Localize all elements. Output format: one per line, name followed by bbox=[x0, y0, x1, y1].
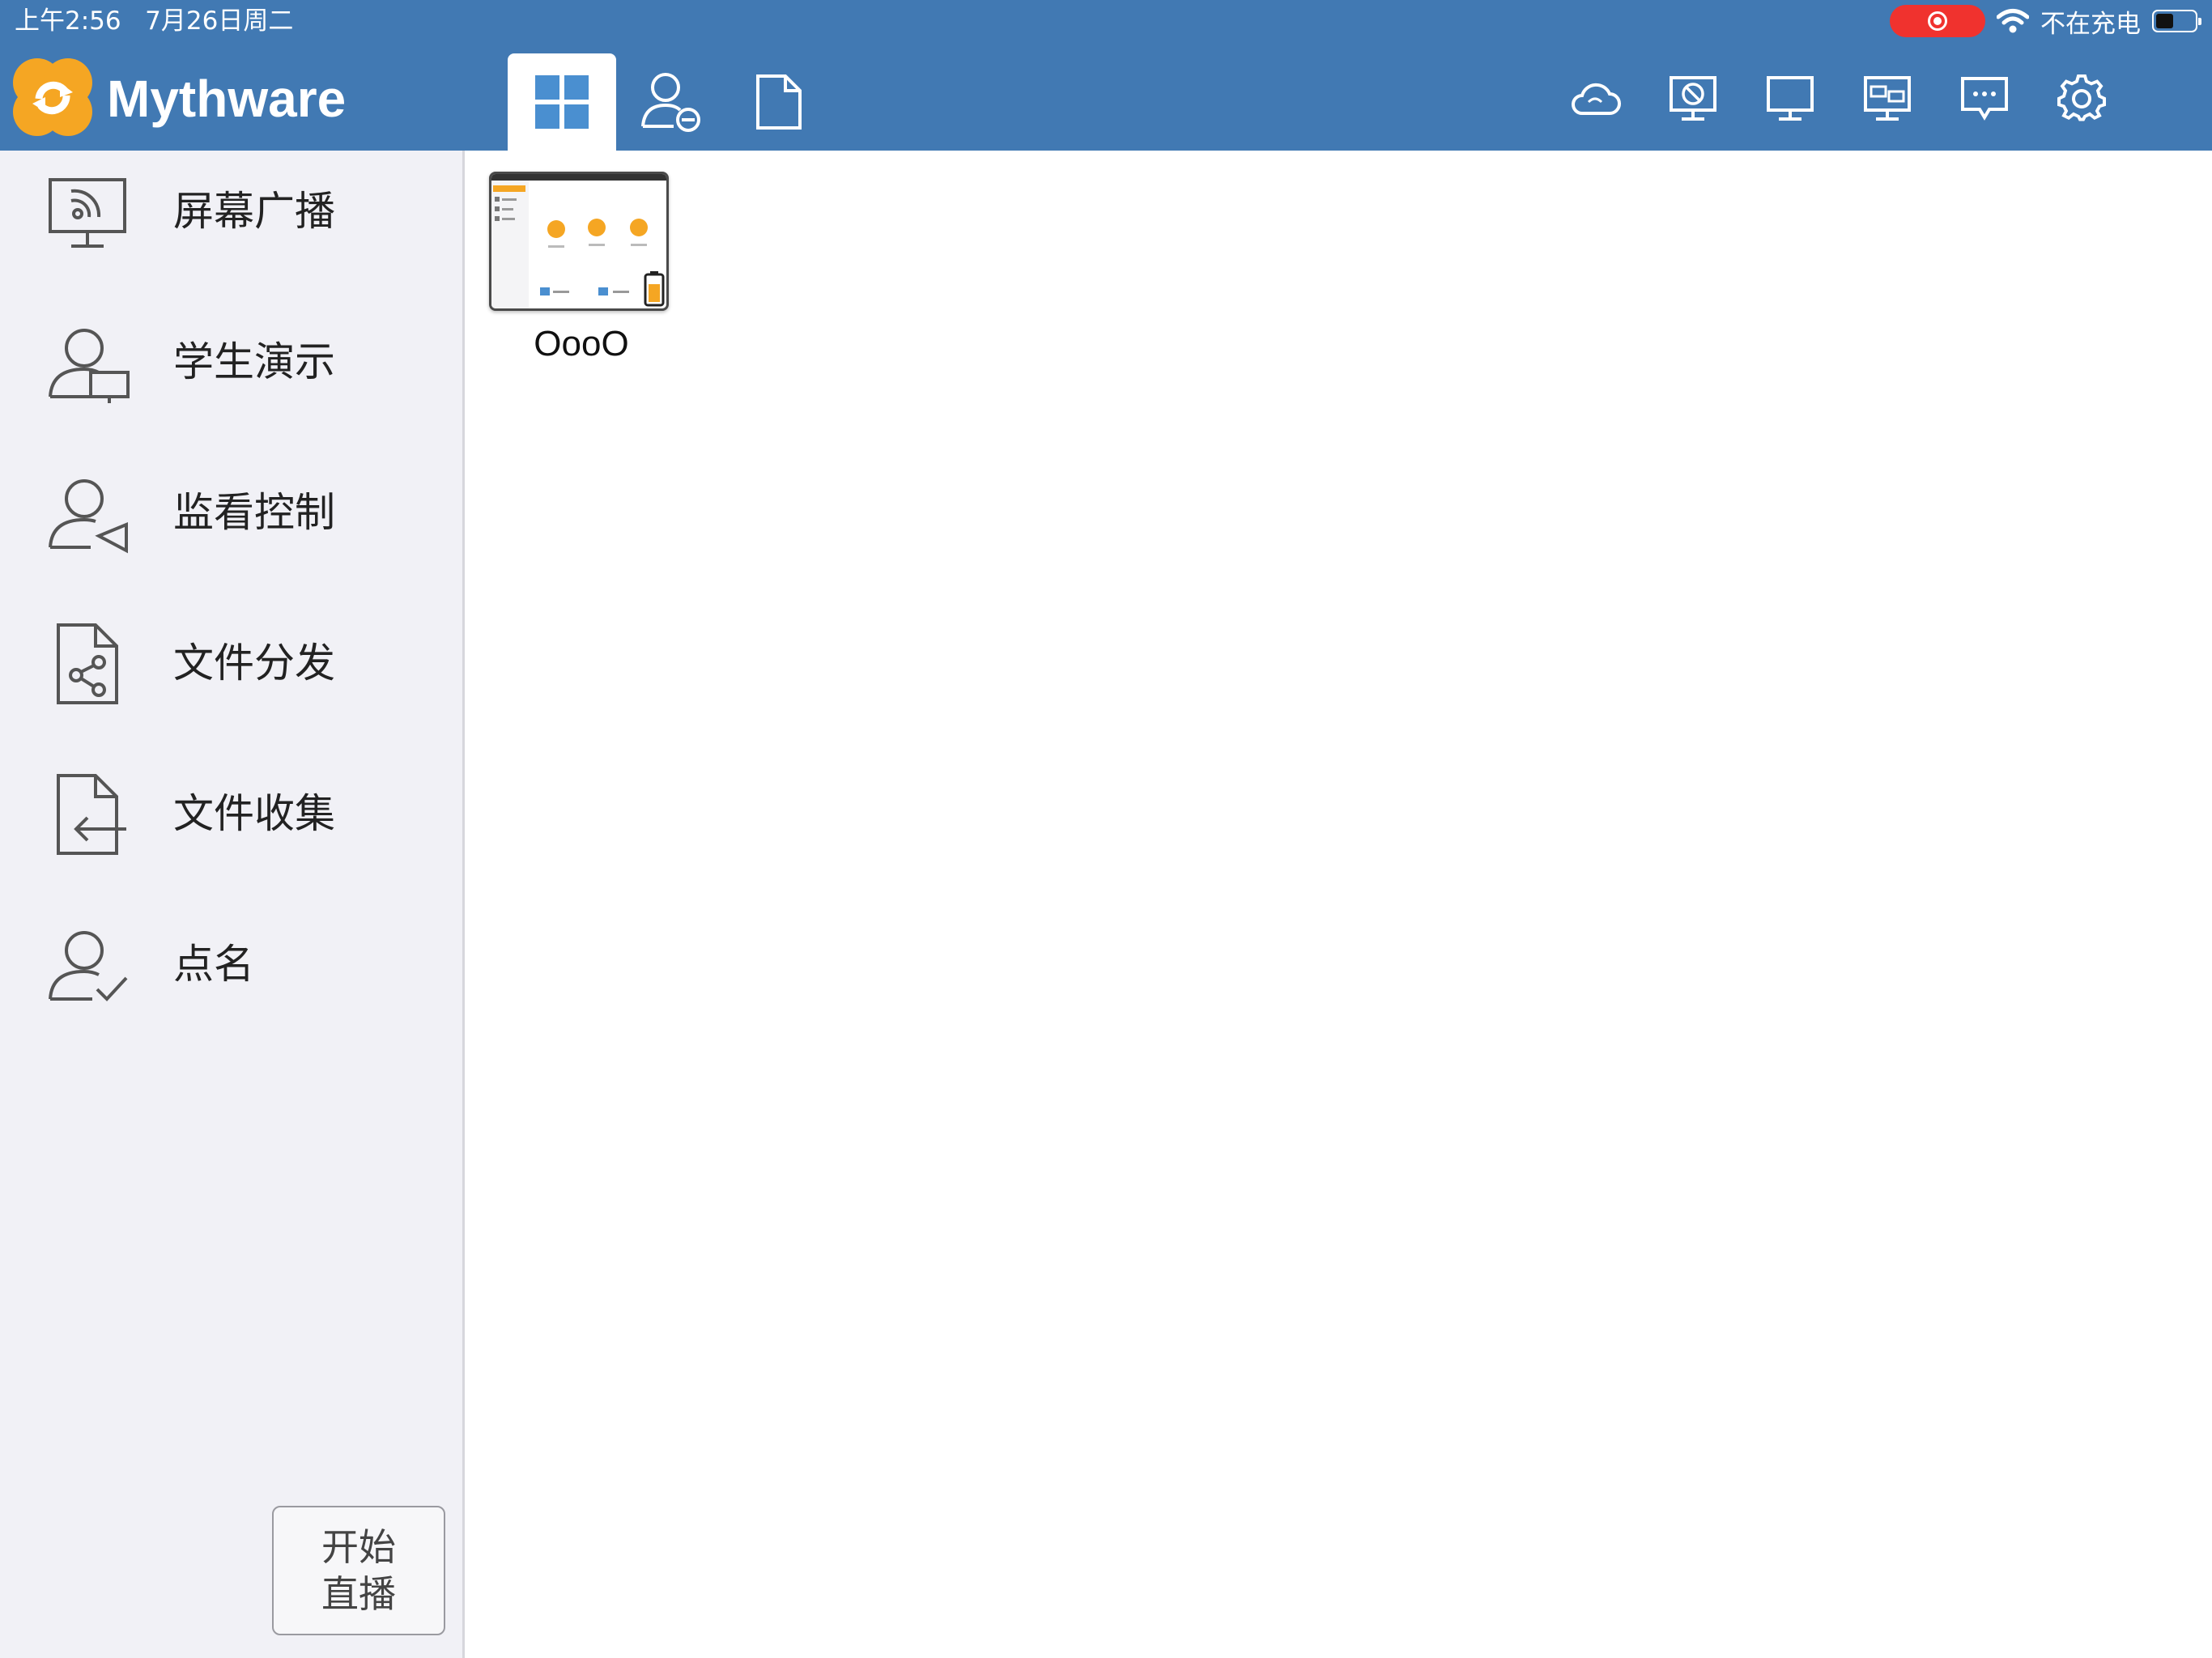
sidebar-item-label: 学生演示 bbox=[173, 338, 335, 385]
mythware-logo bbox=[13, 58, 92, 136]
sidebar: 屏幕广播 学生演示 监看控制 文件分发 文件收集 点名 开始 直播 bbox=[0, 151, 465, 1658]
tab-user-management[interactable] bbox=[616, 53, 725, 151]
sidebar-item-label: 点名 bbox=[173, 941, 254, 988]
student-tile[interactable]: OooO bbox=[486, 172, 677, 374]
remote-screen-icon bbox=[1864, 76, 1911, 121]
sidebar-item-screen-broadcast[interactable]: 屏幕广播 bbox=[0, 151, 465, 272]
gear-icon bbox=[2057, 74, 2106, 121]
battery-icon bbox=[2152, 10, 2201, 32]
roll-call-icon bbox=[49, 931, 128, 1001]
message-button[interactable] bbox=[1952, 66, 2017, 131]
settings-button[interactable] bbox=[2049, 66, 2114, 131]
monitor-icon bbox=[1767, 76, 1814, 121]
top-bar: 上午2:56 7月26日周二 不在充电 Mythware bbox=[0, 0, 2212, 151]
student-name: OooO bbox=[534, 324, 629, 363]
user-minus-icon bbox=[641, 73, 700, 132]
sidebar-item-monitor-control[interactable]: 监看控制 bbox=[0, 452, 465, 573]
cloud-icon bbox=[1572, 83, 1621, 115]
sidebar-item-roll-call[interactable]: 点名 bbox=[0, 903, 465, 1025]
start-broadcast-button[interactable]: 开始 直播 bbox=[272, 1506, 445, 1635]
wifi-icon bbox=[1997, 9, 2029, 33]
sidebar-item-label: 屏幕广播 bbox=[173, 188, 335, 235]
brand-name: Mythware bbox=[107, 70, 347, 128]
message-icon bbox=[1961, 77, 2008, 121]
start-broadcast-line2: 直播 bbox=[321, 1572, 396, 1616]
remote-screen-button[interactable] bbox=[1855, 66, 1920, 131]
student-demo-icon bbox=[49, 329, 130, 403]
status-time: 上午2:56 7月26日周二 bbox=[15, 6, 294, 36]
sidebar-item-label: 监看控制 bbox=[173, 489, 335, 536]
tab-students-grid[interactable] bbox=[508, 53, 616, 151]
file-share-icon bbox=[57, 623, 118, 704]
screen-preview-image bbox=[491, 174, 666, 308]
tab-documents[interactable] bbox=[725, 53, 833, 151]
start-broadcast-line1: 开始 bbox=[321, 1525, 396, 1569]
screen-recording-indicator[interactable] bbox=[1890, 5, 1985, 37]
sidebar-item-file-distribution[interactable]: 文件分发 bbox=[0, 602, 465, 724]
monitor-button[interactable] bbox=[1758, 66, 1823, 131]
sidebar-item-label: 文件分发 bbox=[173, 640, 335, 687]
screen-broadcast-icon bbox=[49, 178, 126, 248]
status-indicators: 不在充电 bbox=[1890, 3, 2201, 39]
sidebar-item-label: 文件收集 bbox=[173, 790, 335, 837]
file-collect-icon bbox=[57, 774, 126, 855]
sidebar-item-student-demo[interactable]: 学生演示 bbox=[0, 301, 465, 423]
screen-lock-icon bbox=[1670, 76, 1716, 121]
charging-status: 不在充电 bbox=[2040, 9, 2141, 39]
battery-level-icon bbox=[644, 271, 665, 307]
monitor-control-icon bbox=[49, 479, 128, 554]
student-screen-thumbnail bbox=[489, 172, 669, 311]
document-icon bbox=[756, 74, 802, 130]
record-icon bbox=[1928, 11, 1947, 31]
lock-screen-button[interactable] bbox=[1661, 66, 1725, 131]
cloud-button[interactable] bbox=[1563, 66, 1627, 131]
grid-icon bbox=[535, 75, 589, 129]
sidebar-item-file-collection[interactable]: 文件收集 bbox=[0, 753, 465, 874]
